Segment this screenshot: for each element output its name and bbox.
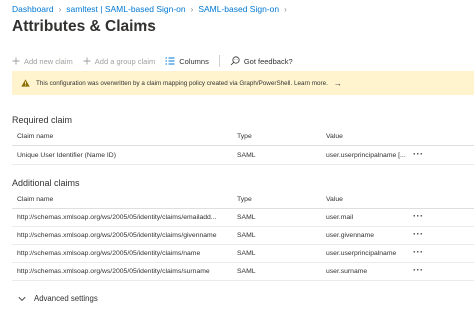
claim-name-cell: http://schemas.xmlsoap.org/ws/2005/05/id… (17, 214, 217, 221)
claim-name-cell: http://schemas.xmlsoap.org/ws/2005/05/id… (17, 250, 201, 257)
column-header-claim-name: Claim name (17, 133, 54, 140)
add-new-claim-button[interactable]: Add new claim (12, 57, 73, 66)
additional-claims-heading: Additional claims (12, 178, 80, 188)
breadcrumb: Dashboard › samltest | SAML-based Sign-o… (12, 4, 292, 14)
plus-icon (12, 57, 20, 65)
claim-type-cell: SAML (237, 232, 256, 239)
command-bar: Add new claim Add a group claim Columns … (12, 55, 303, 67)
claim-type-cell: SAML (237, 250, 256, 257)
row-more-options-button[interactable]: ··· (413, 211, 424, 221)
columns-button[interactable]: Columns (165, 57, 209, 66)
breadcrumb-separator: › (190, 4, 194, 14)
plus-icon (83, 57, 91, 65)
claim-type-cell: SAML (237, 268, 256, 275)
add-new-claim-label: Add new claim (24, 56, 73, 66)
breadcrumb-dashboard[interactable]: Dashboard (12, 4, 54, 14)
claim-type-cell: SAML (237, 214, 256, 221)
row-more-options-button[interactable]: ··· (413, 149, 424, 159)
warning-icon (21, 79, 30, 87)
claim-name-cell: http://schemas.xmlsoap.org/ws/2005/05/id… (17, 268, 210, 275)
row-more-options-button[interactable]: ··· (413, 265, 424, 275)
table-row[interactable]: Unique User Identifier (Name ID) SAML us… (12, 147, 474, 165)
column-header-value: Value (326, 196, 343, 203)
more-options-button[interactable]: ··· (140, 19, 154, 31)
additional-claims-table-header: Claim name Type Value (12, 195, 474, 209)
table-row[interactable]: http://schemas.xmlsoap.org/ws/2005/05/id… (12, 245, 474, 263)
breadcrumb-separator: › (58, 4, 62, 14)
required-claim-heading: Required claim (12, 115, 73, 125)
column-header-type: Type (237, 133, 252, 140)
claim-value-cell: user.surname (326, 268, 368, 275)
toolbar-divider (218, 55, 220, 67)
table-row[interactable]: http://schemas.xmlsoap.org/ws/2005/05/id… (12, 263, 474, 281)
learn-more-arrow-icon[interactable]: → (334, 79, 342, 88)
warning-banner: This configuration was overwritten by a … (12, 71, 474, 95)
feedback-icon (230, 56, 240, 66)
table-row[interactable]: http://schemas.xmlsoap.org/ws/2005/05/id… (12, 209, 474, 227)
feedback-label: Got feedback? (243, 56, 293, 66)
advanced-settings-toggle[interactable]: Advanced settings (18, 294, 98, 303)
table-row[interactable]: http://schemas.xmlsoap.org/ws/2005/05/id… (12, 227, 474, 245)
columns-icon (165, 57, 175, 65)
columns-label: Columns (179, 56, 209, 66)
add-group-claim-label: Add a group claim (94, 56, 156, 66)
claim-name-cell: Unique User Identifier (Name ID) (17, 152, 116, 159)
column-header-claim-name: Claim name (17, 196, 54, 203)
claim-type-cell: SAML (237, 152, 256, 159)
banner-message: This configuration was overwritten by a … (36, 79, 328, 87)
advanced-settings-label: Advanced settings (34, 294, 98, 303)
breadcrumb-samltest[interactable]: samltest | SAML-based Sign-on (66, 4, 185, 14)
column-header-type: Type (237, 196, 252, 203)
claim-value-cell: user.userprincipalname [... (326, 152, 406, 159)
page-title: Attributes & Claims (12, 18, 156, 35)
required-claim-table-header: Claim name Type Value (12, 132, 474, 146)
feedback-button[interactable]: Got feedback? (230, 56, 293, 66)
chevron-down-icon (18, 296, 26, 302)
claim-name-cell: http://schemas.xmlsoap.org/ws/2005/05/id… (17, 232, 217, 239)
row-more-options-button[interactable]: ··· (413, 229, 424, 239)
breadcrumb-saml-sign-on[interactable]: SAML-based Sign-on (198, 4, 279, 14)
row-more-options-button[interactable]: ··· (413, 247, 424, 257)
claim-value-cell: user.givenname (326, 232, 374, 239)
column-header-value: Value (326, 133, 343, 140)
claim-value-cell: user.mail (326, 214, 354, 221)
breadcrumb-separator: › (284, 4, 287, 14)
claim-value-cell: user.userprincipalname (326, 250, 397, 257)
add-group-claim-button[interactable]: Add a group claim (83, 57, 155, 66)
